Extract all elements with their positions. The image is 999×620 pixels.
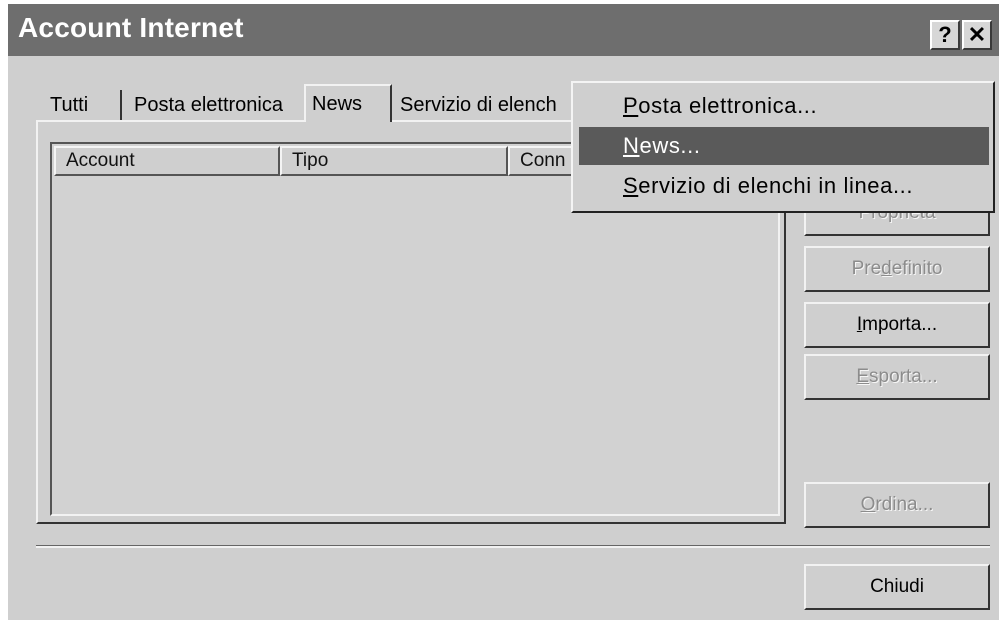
importa-button[interactable]: Importa... (804, 302, 990, 348)
chiudi-button[interactable]: Chiudi (804, 564, 990, 610)
esporta-button[interactable]: Esporta... (804, 354, 990, 400)
predefinito-button[interactable]: Predefinito (804, 246, 990, 292)
tab-label: Tutti (50, 93, 89, 116)
button-label: Predefinito (851, 258, 943, 279)
account-internet-dialog: Account Internet ? ✕ Tutti Posta elettro… (8, 4, 999, 620)
button-label: Importa... (856, 314, 938, 335)
button-label: Esporta... (856, 366, 938, 387)
help-button[interactable]: ? (930, 20, 960, 50)
column-label: Account (66, 150, 135, 171)
help-icon: ? (938, 22, 952, 47)
button-label: Chiudi (870, 576, 924, 597)
tab-news[interactable]: News (304, 84, 392, 122)
tab-posta-elettronica[interactable]: Posta elettronica (128, 88, 289, 122)
button-label: Ordina... (860, 494, 934, 515)
tab-label: News (312, 92, 363, 115)
menu-item-label: ervizio di elenchi in linea... (638, 173, 914, 198)
close-icon: ✕ (967, 22, 987, 47)
menu-item-label: ews... (639, 133, 701, 158)
menu-item-posta-elettronica[interactable]: Posta elettronica... (579, 87, 989, 125)
add-account-menu: Posta elettronica... News... Servizio di… (571, 81, 995, 213)
menu-item-accel: S (623, 173, 639, 198)
tab-label: Servizio di elench (400, 93, 557, 116)
close-button[interactable]: ✕ (962, 20, 992, 50)
menu-item-accel: P (623, 93, 639, 118)
ordina-button[interactable]: Ordina... (804, 482, 990, 528)
menu-item-news[interactable]: News... (579, 127, 989, 165)
column-label: Tipo (292, 150, 329, 171)
menu-item-accel: N (623, 133, 640, 158)
tab-tutti[interactable]: Tutti (44, 88, 94, 122)
column-header-tipo[interactable]: Tipo (280, 146, 508, 176)
window-title: Account Internet (18, 12, 244, 43)
column-label: Conn (520, 150, 566, 171)
title-bar[interactable]: Account Internet ? ✕ (8, 4, 999, 56)
tab-servizio-di-elenchi[interactable]: Servizio di elench (394, 88, 563, 122)
column-header-account[interactable]: Account (54, 146, 280, 176)
tab-divider (120, 90, 122, 120)
menu-item-label: osta elettronica... (638, 93, 818, 118)
separator-line-highlight (36, 546, 990, 548)
menu-item-servizio-elenchi[interactable]: Servizio di elenchi in linea... (579, 167, 989, 205)
tab-label: Posta elettronica (134, 93, 283, 116)
